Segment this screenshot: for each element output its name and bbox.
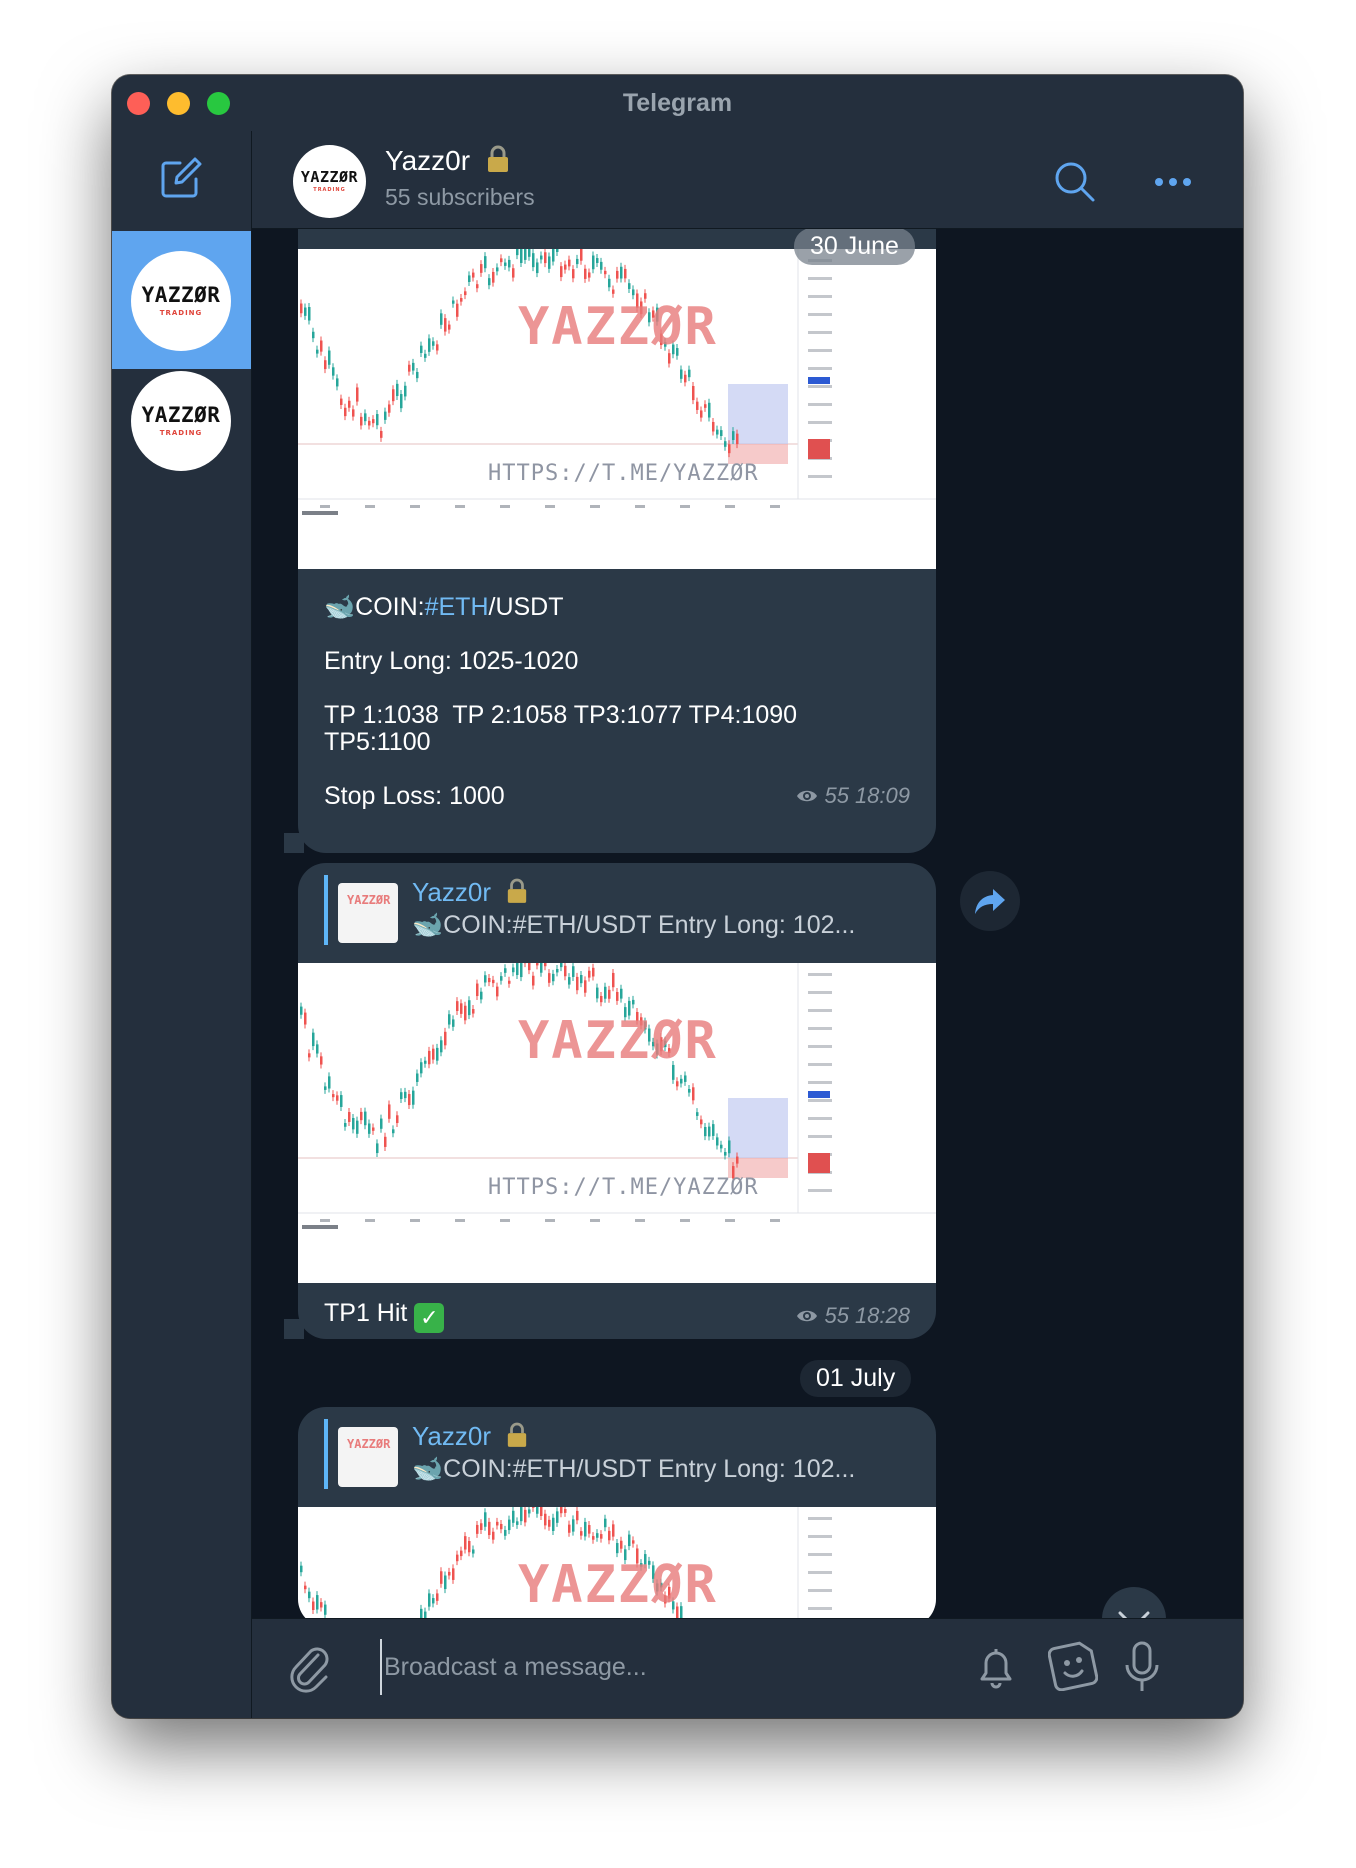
date-separator: 30 June [794, 229, 915, 265]
chart-image[interactable]: YAZZØR [298, 1507, 936, 1618]
chart-image[interactable]: YAZZØR HTTPS://T.ME/YAZZØR [298, 963, 936, 1283]
message-bubble[interactable]: YAZZØR HTTPS://T.ME/YAZZØR 🐋COIN:#ETH/US… [298, 229, 936, 853]
reply-thumbnail: YAZZØR [338, 1427, 398, 1487]
message-tp5-line: TP5:1100 [324, 728, 431, 756]
minimize-window-button[interactable] [167, 92, 190, 115]
message-meta: 55 18:09 [796, 783, 910, 809]
scroll-to-bottom-button[interactable] [1102, 1587, 1166, 1618]
message-bubble[interactable]: YAZZØR Yazz0r 🐋COIN:#ETH/USDT Entry Long… [298, 863, 936, 1339]
message-coin-line: 🐋COIN:#ETH/USDT [324, 593, 564, 621]
microphone-icon[interactable] [1122, 1639, 1162, 1695]
message-meta: 55 18:28 [796, 1303, 910, 1329]
date-separator: 01 July [800, 1360, 912, 1397]
chat-item-yazzor-active[interactable]: YAZZØR TRADING [112, 231, 251, 369]
avatar-logo-subtext: TRADING [159, 309, 203, 317]
chat-header: YAZZØR TRADING Yazz0r 55 subscribers [252, 131, 1243, 229]
lock-icon [487, 145, 508, 172]
search-icon[interactable] [1053, 160, 1097, 204]
watermark-url: HTTPS://T.ME/YAZZØR [488, 1175, 759, 1200]
view-count: 55 [824, 1303, 849, 1328]
whale-icon: 🐋 [324, 593, 356, 621]
whale-icon: 🐋 [412, 1455, 444, 1483]
channel-name: Yazz0r [385, 145, 471, 176]
views-eye-icon [797, 790, 818, 802]
eth-hashtag-link[interactable]: #ETH [425, 593, 489, 621]
bell-icon[interactable] [974, 1643, 1018, 1691]
message-bubble[interactable]: YAZZØR Yazz0r 🐋COIN:#ETH/USDT Entry Long… [298, 1407, 936, 1618]
view-count: 55 [824, 783, 849, 808]
watermark-title: YAZZØR [518, 1011, 718, 1071]
lock-icon [508, 1422, 527, 1447]
avatar-logo-subtext: TRADING [159, 429, 203, 437]
reply-preview[interactable]: YAZZØR Yazz0r 🐋COIN:#ETH/USDT Entry Long… [324, 1419, 918, 1489]
reply-snippet: 🐋COIN:#ETH/USDT Entry Long: 102... [412, 911, 856, 939]
message-time: 18:28 [854, 1303, 910, 1328]
share-button[interactable] [960, 871, 1020, 931]
avatar-logo-text: YAZZØR [141, 283, 221, 307]
message-input[interactable] [380, 1639, 834, 1695]
compose-icon[interactable] [160, 157, 202, 199]
avatar-logo-text: YAZZØR [300, 168, 359, 186]
channel-title[interactable]: Yazz0r [385, 145, 510, 177]
share-arrow-icon [975, 889, 1005, 914]
window-title: Telegram [622, 89, 733, 117]
title-bar: Telegram [112, 75, 1243, 131]
reply-thumbnail: YAZZØR [338, 883, 398, 943]
chevron-down-icon [1118, 1611, 1150, 1618]
chart-image[interactable]: YAZZØR HTTPS://T.ME/YAZZØR [298, 249, 936, 569]
message-composer [252, 1618, 1243, 1718]
chat-avatar: YAZZØR TRADING [131, 371, 231, 471]
telegram-window: Telegram YAZZØR TRADING YAZZØR TRADING Y… [112, 75, 1243, 1718]
sticker-icon[interactable] [1048, 1641, 1098, 1691]
message-entry-line: Entry Long: 1025-1020 [324, 647, 579, 675]
views-eye-icon [797, 1310, 818, 1322]
reply-snippet: 🐋COIN:#ETH/USDT Entry Long: 102... [412, 1455, 856, 1483]
close-window-button[interactable] [127, 92, 150, 115]
watermark-title: YAZZØR [518, 297, 718, 357]
bubble-tail [284, 833, 304, 853]
message-list[interactable]: YAZZØR HTTPS://T.ME/YAZZØR 🐋COIN:#ETH/US… [252, 229, 1243, 1618]
bubble-tail [284, 1319, 304, 1339]
zoom-window-button[interactable] [207, 92, 230, 115]
watermark-url: HTTPS://T.ME/YAZZØR [488, 461, 759, 486]
subscriber-count: 55 subscribers [385, 184, 535, 210]
message-time: 18:09 [854, 783, 910, 808]
reply-author: Yazz0r [412, 1421, 528, 1452]
whale-icon: 🐋 [412, 911, 444, 939]
channel-avatar[interactable]: YAZZØR TRADING [293, 145, 366, 218]
chat-sidebar: YAZZØR TRADING YAZZØR TRADING [112, 131, 252, 1718]
avatar-logo-text: YAZZØR [141, 403, 221, 427]
watermark-title: YAZZØR [518, 1555, 718, 1615]
check-mark-icon: ✓ [414, 1303, 445, 1333]
avatar-logo-subtext: TRADING [313, 187, 346, 193]
message-stop-loss-line: Stop Loss: 1000 [324, 782, 505, 810]
reply-author: Yazz0r [412, 877, 528, 908]
paperclip-icon[interactable] [288, 1645, 334, 1693]
more-options-icon[interactable] [1153, 175, 1193, 189]
chat-item-yazzor[interactable]: YAZZØR TRADING [112, 371, 251, 509]
lock-icon [508, 878, 527, 903]
message-text: TP1 Hit ✓ [324, 1297, 445, 1333]
reply-preview[interactable]: YAZZØR Yazz0r 🐋COIN:#ETH/USDT Entry Long… [324, 875, 918, 945]
chat-avatar: YAZZØR TRADING [131, 251, 231, 351]
